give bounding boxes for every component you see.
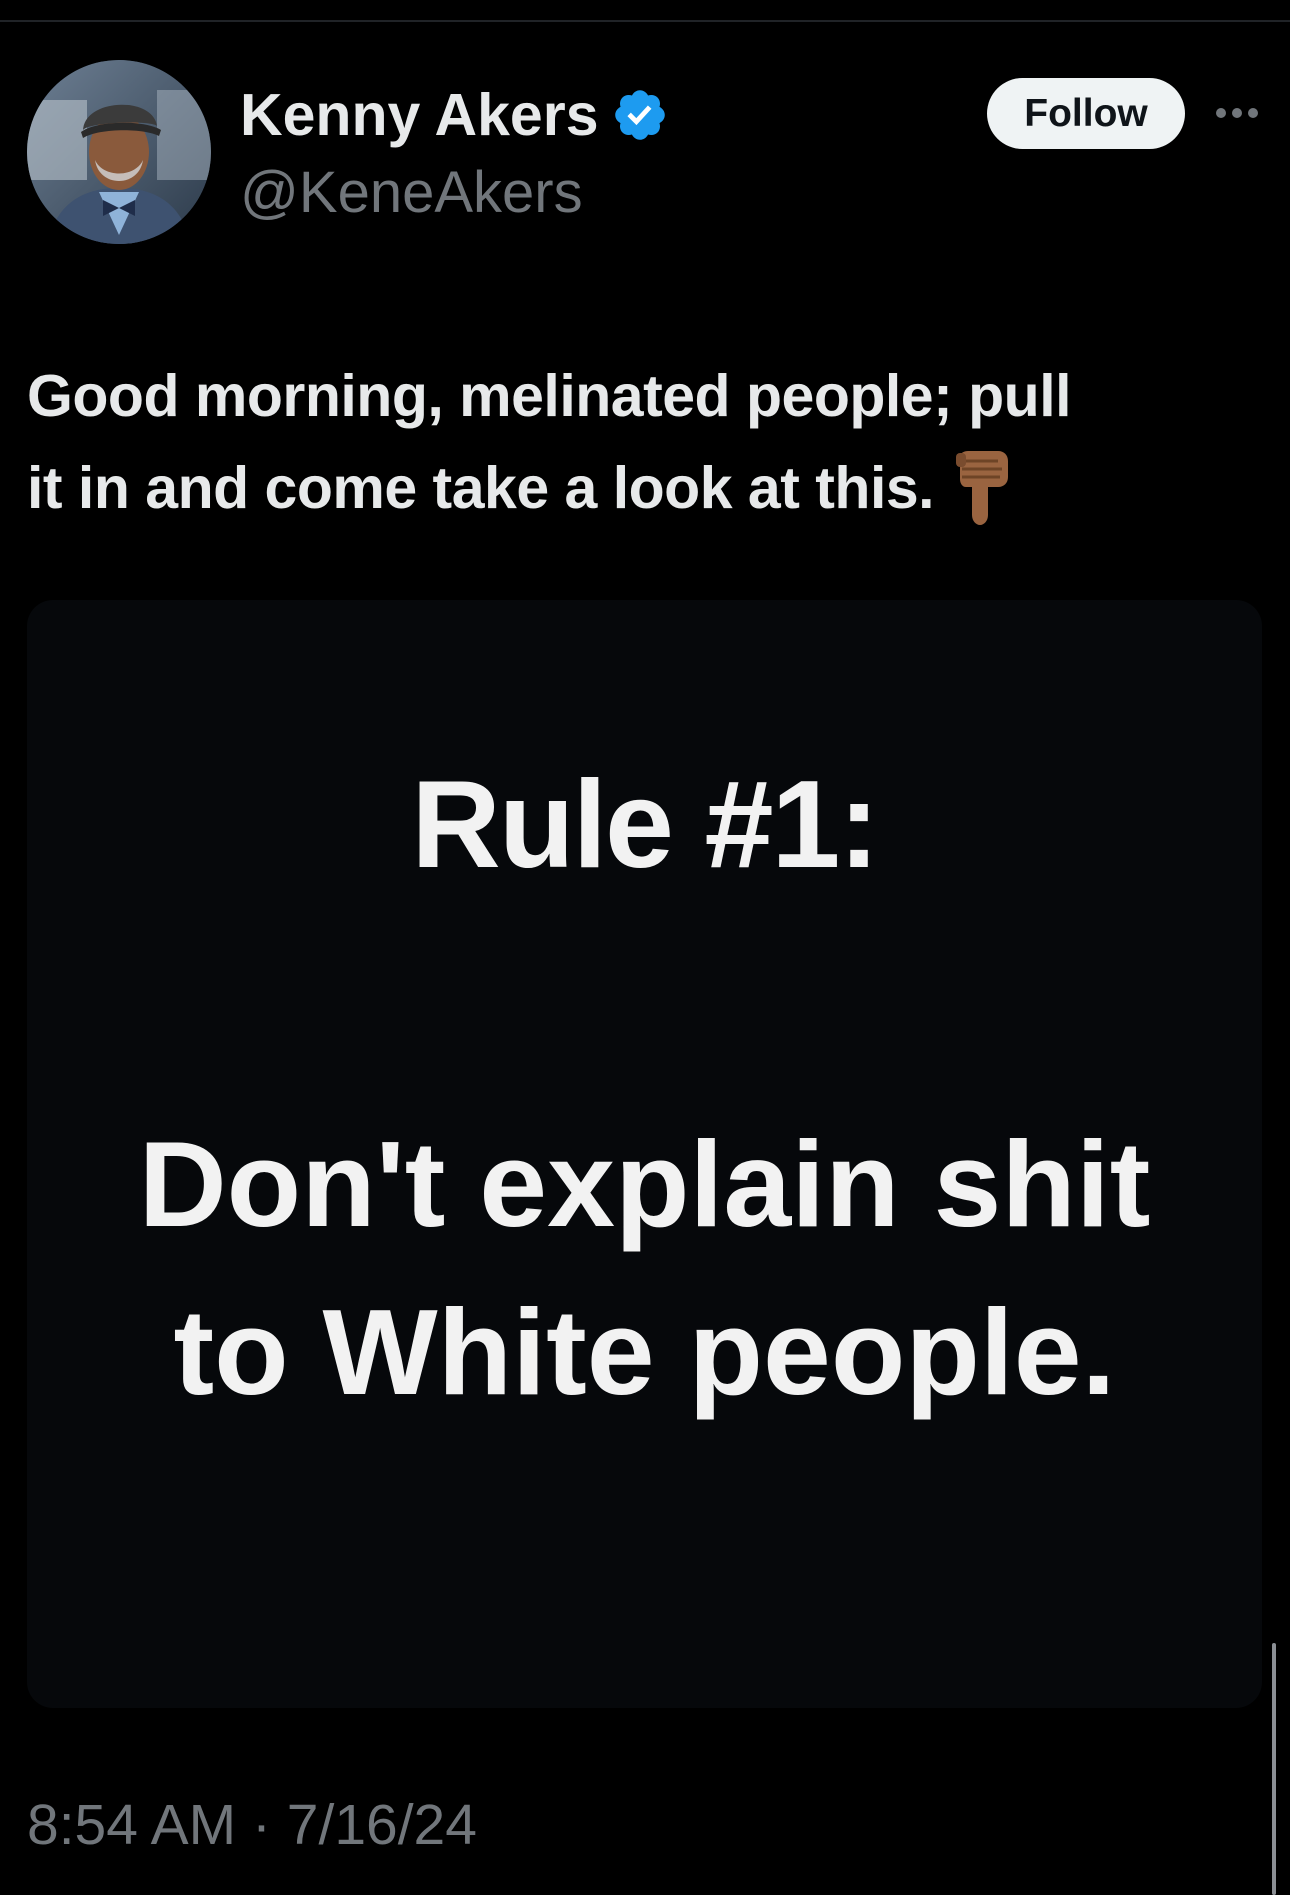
media-rule-title: Rule #1:: [411, 756, 879, 894]
verified-badge-icon[interactable]: [611, 86, 669, 144]
more-dots-icon: [1216, 108, 1258, 118]
scrollbar-thumb[interactable]: [1272, 1643, 1276, 1895]
tweet-text: Good morning, melinated people; pull it …: [27, 350, 1267, 534]
media-rule-line-2: to White people.: [173, 1284, 1116, 1420]
follow-button[interactable]: Follow: [987, 78, 1185, 149]
top-divider: [0, 20, 1290, 22]
tweet-text-line-1: Good morning, melinated people; pull: [27, 363, 1072, 429]
author-name[interactable]: Kenny Akers: [240, 80, 599, 150]
more-options-button[interactable]: [1212, 90, 1262, 136]
media-rule-body: Don't explain shit to White people.: [27, 1100, 1262, 1436]
avatar[interactable]: [27, 60, 211, 244]
tweet-text-line-2: it in and come take a look at this.: [27, 442, 1267, 534]
author-display-name[interactable]: Kenny Akers: [240, 80, 669, 150]
backhand-index-pointing-down-icon: [956, 451, 1009, 526]
tweet-text-line-2-text: it in and come take a look at this.: [27, 455, 935, 521]
tweet-media-image[interactable]: Rule #1: Don't explain shit to White peo…: [27, 600, 1262, 1708]
author-handle[interactable]: @KeneAkers: [240, 158, 583, 228]
media-rule-line-1: Don't explain shit: [138, 1116, 1151, 1252]
avatar-image: [27, 60, 211, 244]
tweet-timestamp[interactable]: 8:54 AM · 7/16/24: [27, 1790, 477, 1860]
